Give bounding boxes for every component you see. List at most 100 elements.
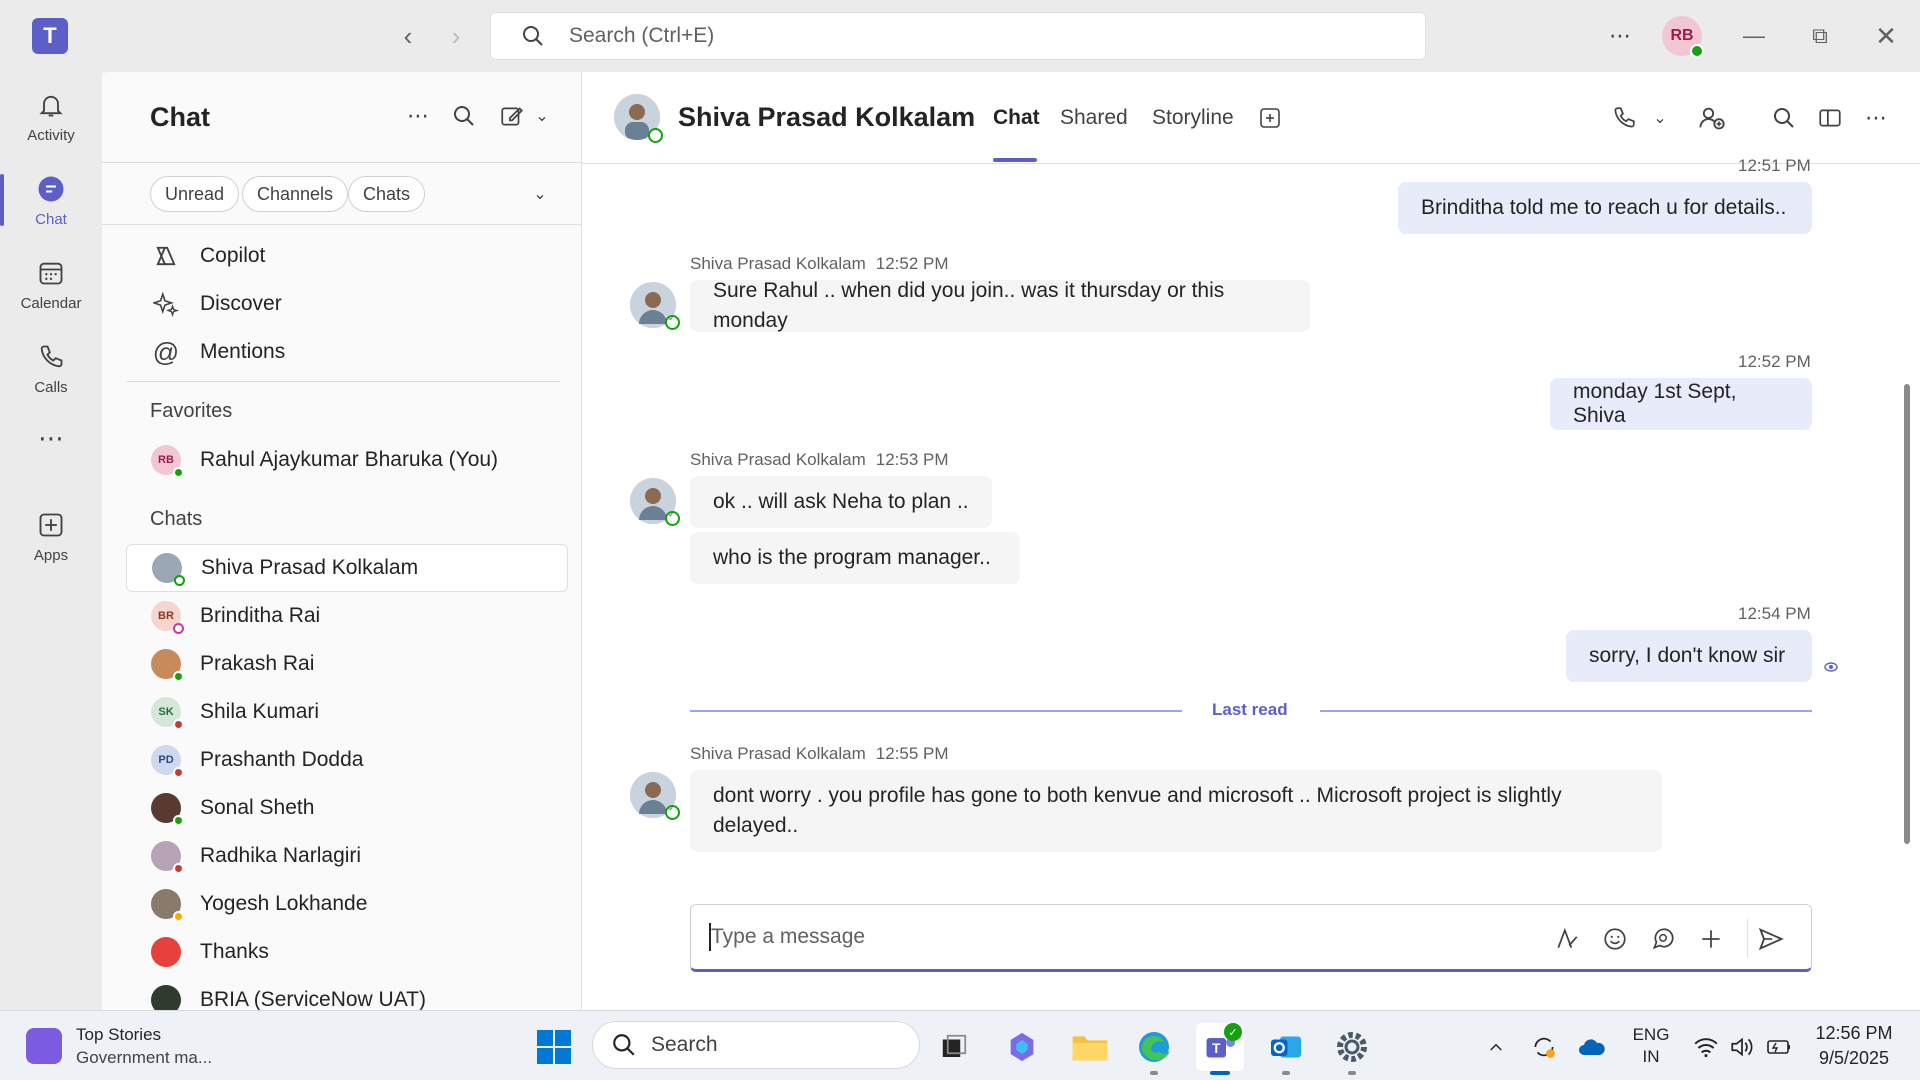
rail-item-apps[interactable]: Apps: [0, 496, 102, 576]
emoji-icon[interactable]: [1599, 923, 1631, 955]
filter-chats[interactable]: Chats: [348, 176, 426, 212]
copilot-app-icon[interactable]: [998, 1023, 1046, 1071]
chat-name: Shiva Prasad Kolkalam: [201, 556, 419, 579]
received-message[interactable]: ok .. will ask Neha to plan ..: [690, 476, 992, 528]
chat-item[interactable]: Radhika Narlagiri: [126, 832, 568, 880]
chat-item[interactable]: BRIA (ServiceNow UAT): [126, 976, 568, 1010]
filter-unread[interactable]: Unread: [150, 176, 240, 212]
tab-chat[interactable]: Chat: [993, 106, 1040, 130]
pop-out-icon[interactable]: [1812, 100, 1848, 136]
search-icon[interactable]: [1766, 100, 1802, 136]
chat-item[interactable]: BR Brinditha Rai: [126, 592, 568, 640]
file-explorer-icon[interactable]: [1066, 1023, 1114, 1071]
outlook-icon[interactable]: [1262, 1023, 1310, 1075]
restore-icon[interactable]: ⧉: [1798, 14, 1842, 58]
rail-item-calls[interactable]: Calls: [0, 328, 102, 408]
sender-avatar[interactable]: [630, 478, 680, 526]
more-options-icon[interactable]: ⋯: [1596, 14, 1644, 58]
add-app-icon: [35, 509, 67, 541]
tab-shared[interactable]: Shared: [1060, 106, 1128, 130]
chat-name: Prashanth Dodda: [200, 748, 364, 771]
received-message[interactable]: dont worry . you profile has gone to bot…: [690, 770, 1662, 852]
message-header: Shiva Prasad Kolkalam 12:53 PM: [690, 450, 949, 470]
chat-item[interactable]: Sonal Sheth: [126, 784, 568, 832]
sent-message[interactable]: monday 1st Sept, Shiva: [1550, 378, 1812, 430]
sender-name: Shiva Prasad Kolkalam: [690, 450, 866, 469]
chat-item[interactable]: Prakash Rai: [126, 640, 568, 688]
quick-item-copilot[interactable]: Copilot: [126, 232, 568, 280]
chevron-up-icon[interactable]: [1478, 1029, 1514, 1065]
more-options-icon[interactable]: ⋯: [402, 100, 434, 132]
add-tab-icon[interactable]: [1252, 100, 1288, 136]
profile-avatar[interactable]: RB: [1660, 14, 1704, 58]
forward-arrow-icon[interactable]: ›: [440, 20, 472, 52]
quick-item-discover[interactable]: Discover: [126, 280, 568, 328]
sent-message[interactable]: Brinditha told me to reach u for details…: [1398, 182, 1812, 234]
clock[interactable]: 12:56 PM 9/5/2025: [1804, 1021, 1904, 1071]
sender-avatar[interactable]: [630, 772, 680, 820]
settings-gear-icon[interactable]: [1328, 1023, 1376, 1075]
search-icon[interactable]: [448, 100, 480, 132]
chat-item[interactable]: PD Prashanth Dodda: [126, 736, 568, 784]
rail-label: Apps: [33, 546, 69, 564]
received-message[interactable]: Sure Rahul .. when did you join.. was it…: [690, 279, 1310, 332]
wifi-icon[interactable]: [1688, 1029, 1724, 1065]
rail-item-activity[interactable]: Activity: [0, 76, 102, 156]
minimize-icon[interactable]: —: [1732, 14, 1776, 58]
sender-avatar[interactable]: [630, 282, 680, 330]
rail-item-calendar[interactable]: Calendar: [0, 244, 102, 324]
chat-name: Yogesh Lokhande: [200, 892, 368, 915]
received-message[interactable]: who is the program manager..: [690, 532, 1020, 584]
conversation-pane: Shiva Prasad Kolkalam Chat Shared Storyl…: [582, 72, 1920, 1010]
sync-icon[interactable]: [1526, 1029, 1562, 1065]
format-icon[interactable]: [1551, 923, 1583, 955]
chevron-down-icon[interactable]: ⌄: [524, 178, 556, 210]
last-read-line: [1320, 710, 1812, 712]
call-icon[interactable]: [1606, 100, 1642, 136]
contact-name: Shiva Prasad Kolkalam: [678, 102, 976, 132]
send-icon[interactable]: [1755, 923, 1787, 955]
scrollbar[interactable]: [1904, 384, 1910, 844]
new-chat-icon[interactable]: [496, 100, 528, 132]
volume-icon[interactable]: [1724, 1029, 1760, 1065]
teams-logo-icon: T: [32, 18, 68, 54]
favorite-item[interactable]: RB Rahul Ajaykumar Bharuka (You): [126, 436, 568, 484]
chevron-down-icon[interactable]: ⌄: [526, 100, 558, 132]
news-subtitle: Government ma...: [76, 1048, 213, 1067]
back-arrow-icon[interactable]: ‹: [392, 20, 424, 52]
search-input[interactable]: Search (Ctrl+E): [490, 12, 1426, 60]
battery-icon[interactable]: [1760, 1029, 1796, 1065]
last-read-label: Last read: [1212, 700, 1288, 719]
edge-browser-icon[interactable]: [1130, 1023, 1178, 1075]
sent-message[interactable]: sorry, I don't know sir: [1566, 630, 1812, 682]
chat-item[interactable]: SK Shila Kumari: [126, 688, 568, 736]
task-view-icon[interactable]: [930, 1023, 978, 1071]
onedrive-icon[interactable]: [1574, 1029, 1610, 1065]
avatar: RB: [151, 445, 184, 478]
quick-label: Copilot: [200, 244, 266, 267]
loop-icon[interactable]: [1647, 923, 1679, 955]
teams-taskbar-icon[interactable]: T ✓: [1196, 1023, 1244, 1075]
add-icon[interactable]: [1695, 923, 1727, 955]
start-button[interactable]: [530, 1023, 578, 1071]
rail-item-chat[interactable]: Chat: [0, 160, 102, 240]
message-header: Shiva Prasad Kolkalam 12:52 PM: [690, 254, 949, 274]
chat-item[interactable]: Yogesh Lokhande: [126, 880, 568, 928]
chevron-down-icon[interactable]: ⌄: [1642, 100, 1678, 136]
news-widget[interactable]: Top Stories Government ma...: [26, 1023, 212, 1069]
filter-channels[interactable]: Channels: [242, 176, 349, 212]
lang-region: IN: [1642, 1047, 1660, 1066]
chat-name: Thanks: [200, 940, 269, 963]
more-apps-icon[interactable]: ⋯: [0, 412, 102, 464]
tab-storyline[interactable]: Storyline: [1152, 106, 1234, 130]
more-options-icon[interactable]: ⋯: [1858, 100, 1894, 136]
chat-item-shiva[interactable]: Shiva Prasad Kolkalam: [126, 544, 568, 592]
message-composer[interactable]: Type a message: [690, 904, 1812, 972]
language-indicator[interactable]: ENG IN: [1626, 1024, 1676, 1068]
rail-label: Calendar: [20, 294, 82, 312]
chat-item[interactable]: Thanks: [126, 928, 568, 976]
taskbar-search[interactable]: Search: [592, 1021, 920, 1069]
close-icon[interactable]: ✕: [1864, 14, 1908, 58]
add-people-icon[interactable]: [1694, 100, 1730, 136]
quick-item-mentions[interactable]: @ Mentions: [126, 328, 568, 376]
